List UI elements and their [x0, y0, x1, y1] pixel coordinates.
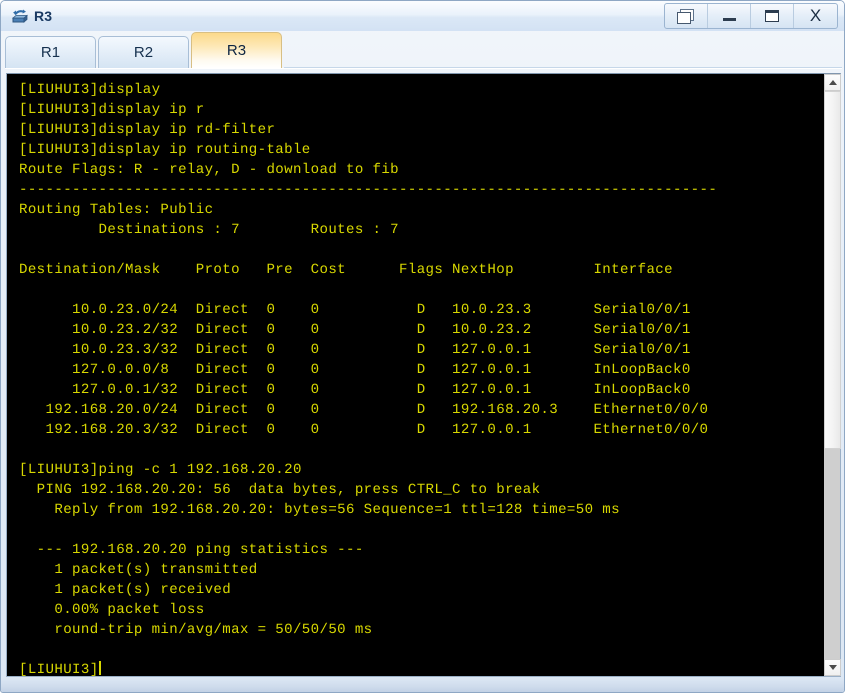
- chevron-up-icon: [828, 80, 837, 85]
- scrollbar-thumb[interactable]: [824, 91, 841, 449]
- tab-strip-filler: [284, 37, 842, 68]
- terminal-output-area[interactable]: [LIUHUI3]display [LIUHUI3]display ip r […: [7, 74, 823, 676]
- terminal-cursor: [98, 661, 101, 675]
- maximize-button[interactable]: [751, 4, 794, 28]
- maximize-icon: [765, 10, 779, 22]
- minimize-icon: [722, 18, 736, 21]
- router-icon: [10, 7, 29, 25]
- minimize-button[interactable]: [708, 4, 751, 28]
- chevron-down-icon: [828, 665, 837, 670]
- router-console-window: R3 X R1 R2 R3 [LIUHUI3]display [LIUHUI3]…: [0, 0, 845, 693]
- scroll-down-button[interactable]: [824, 659, 841, 676]
- tab-r3-label: R3: [226, 42, 247, 59]
- tab-r1-label: R1: [40, 44, 61, 61]
- device-tab-strip: R1 R2 R3: [5, 31, 842, 69]
- title-bar[interactable]: R3 X: [1, 1, 844, 31]
- close-button[interactable]: X: [794, 4, 837, 28]
- terminal-text: [LIUHUI3]display [LIUHUI3]display ip r […: [19, 82, 718, 676]
- window-bottom-strip: [1, 678, 844, 692]
- scroll-up-button[interactable]: [824, 74, 841, 91]
- close-icon: X: [809, 6, 822, 25]
- scrollbar-track[interactable]: [824, 91, 841, 659]
- window-title: R3: [34, 8, 53, 24]
- tab-r3[interactable]: R3: [191, 32, 282, 68]
- tab-r1[interactable]: R1: [5, 36, 96, 68]
- restore-icon: [676, 8, 696, 24]
- restore-button[interactable]: [665, 4, 708, 28]
- terminal-frame: [LIUHUI3]display [LIUHUI3]display ip r […: [6, 73, 841, 677]
- tab-r2[interactable]: R2: [98, 36, 189, 68]
- terminal-scrollbar[interactable]: [823, 74, 841, 676]
- window-button-group: X: [664, 3, 838, 29]
- tab-r2-label: R2: [133, 44, 154, 61]
